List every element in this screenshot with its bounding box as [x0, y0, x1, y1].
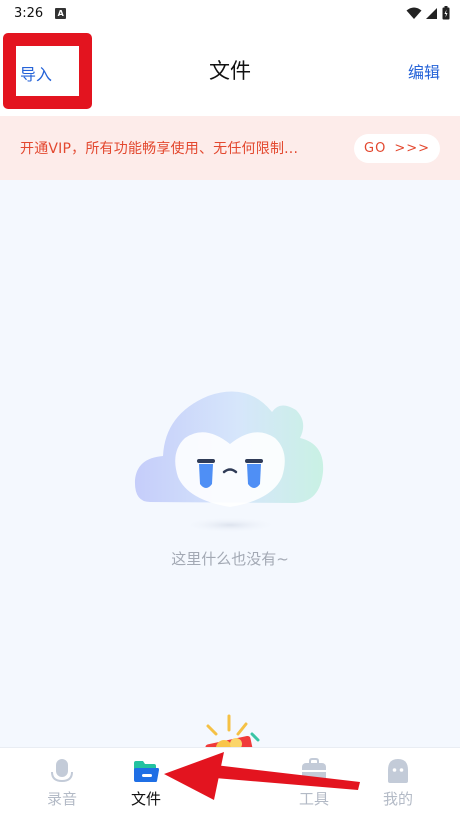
vip-banner-text: 开通VIP，所有功能畅享使用、无任何限制...	[20, 141, 299, 157]
edit-button[interactable]: 编辑	[408, 59, 440, 83]
vip-go-button[interactable]: GO >>>	[354, 134, 440, 163]
nav-item-tools[interactable]: 工具	[274, 748, 354, 817]
status-bar: 3:26 A	[0, 0, 460, 26]
nav-item-files[interactable]: 文件	[106, 748, 186, 817]
status-right	[406, 6, 450, 20]
header: 导入 文件 编辑	[0, 26, 460, 116]
go-button-arrows: >>>	[394, 141, 430, 156]
signal-icon	[426, 7, 437, 19]
nav-item-record[interactable]: 录音	[22, 748, 102, 817]
go-button-label: GO	[364, 141, 387, 156]
page-title: 文件	[209, 59, 251, 83]
battery-icon	[442, 6, 450, 20]
vip-banner[interactable]: 开通VIP，所有功能畅享使用、无任何限制... GO >>>	[0, 116, 460, 180]
nav-label-record: 录音	[46, 790, 77, 808]
notification-icon: A	[55, 7, 67, 19]
status-time: 3:26	[14, 5, 44, 21]
crying-cloud-icon	[134, 391, 324, 533]
profile-icon	[388, 759, 408, 783]
nav-item-profile[interactable]: 我的	[358, 748, 438, 817]
bottom-nav: 录音 文件 工具 我的	[0, 747, 460, 817]
nav-label-tools: 工具	[298, 790, 329, 808]
status-left: 3:26 A	[14, 5, 67, 21]
empty-state-message: 这里什么也没有~	[171, 550, 289, 568]
toolbox-icon	[302, 758, 326, 782]
wifi-icon	[406, 7, 422, 19]
folder-icon	[134, 761, 159, 782]
nav-label-files: 文件	[130, 790, 161, 808]
nav-label-profile: 我的	[382, 790, 413, 808]
microphone-icon	[51, 759, 73, 783]
